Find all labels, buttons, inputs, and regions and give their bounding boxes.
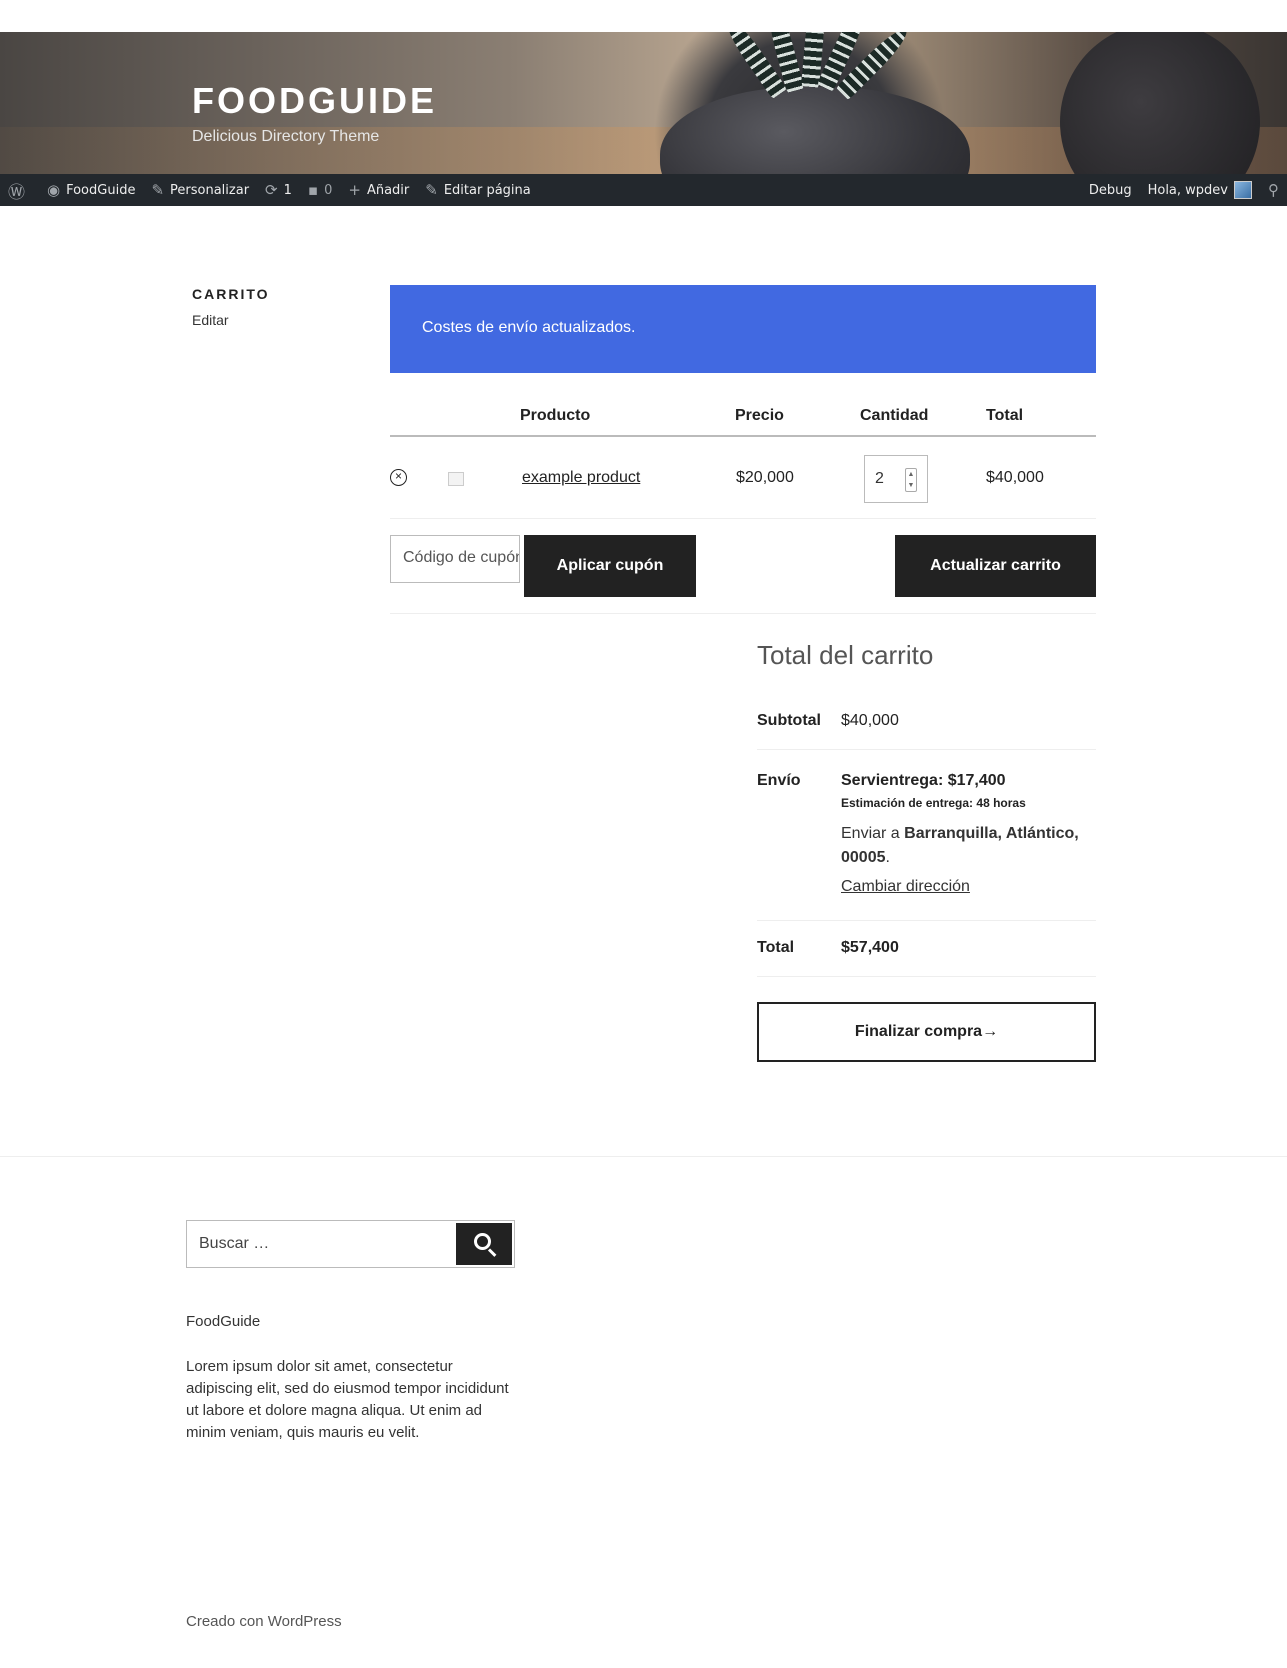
cart-table-header: Producto Precio Cantidad Total	[390, 395, 1096, 437]
updates-icon: ⟳	[265, 181, 278, 199]
remove-item-icon[interactable]: ×	[390, 469, 407, 486]
shipping-updated-notice: Costes de envío actualizados.	[390, 285, 1096, 373]
wordpress-logo-icon: Ⓦ	[8, 182, 25, 203]
notice-message: Costes de envío actualizados.	[422, 319, 636, 336]
quantity-stepper[interactable]: 2 ▲ ▼	[864, 455, 928, 503]
line-total: $40,000	[986, 469, 1044, 486]
checkout-button[interactable]: Finalizar compra→	[757, 1002, 1096, 1062]
site-description: Delicious Directory Theme	[192, 128, 380, 145]
arrow-right-icon: →	[982, 1023, 999, 1040]
column-header-product: Producto	[520, 407, 591, 424]
avatar	[1234, 181, 1252, 199]
page-title: CARRITO	[192, 286, 270, 302]
search-input[interactable]: Buscar …	[199, 1235, 269, 1253]
shipping-method: Servientrega: $17,400	[841, 772, 1006, 789]
updates-count: 1	[283, 182, 292, 198]
update-cart-button[interactable]: Actualizar carrito	[895, 535, 1096, 597]
delivery-estimate: Estimación de entrega: 48 horas	[841, 796, 1096, 810]
debug-label: Debug	[1088, 182, 1132, 198]
table-row: × example product $20,000 2 ▲ ▼ $40,000	[390, 437, 1096, 519]
search-icon-handle	[487, 1248, 497, 1257]
subtotal-label: Subtotal	[757, 712, 821, 729]
customize-label: Personalizar	[170, 182, 250, 198]
search-submit-button[interactable]	[456, 1223, 512, 1265]
quantity-value: 2	[875, 470, 884, 487]
checkout-label: Finalizar compra	[854, 1023, 983, 1040]
apply-coupon-button[interactable]: Aplicar cupón	[524, 535, 696, 597]
edit-page-menu[interactable]: ✎ Editar página	[417, 174, 538, 206]
edit-page-label: Editar página	[443, 182, 531, 198]
customize-menu[interactable]: ✎ Personalizar	[143, 174, 257, 206]
admin-bar: Ⓦ ◉ FoodGuide ✎ Personalizar ⟳ 1 ▪ 0 + A…	[0, 174, 1287, 206]
product-link[interactable]: example product	[522, 469, 640, 487]
shipping-label: Envío	[757, 772, 801, 789]
product-price: $20,000	[736, 469, 794, 486]
brush-icon: ✎	[151, 181, 165, 199]
footer-search-form: Buscar …	[186, 1220, 515, 1268]
spinner-arrows-icon[interactable]: ▲ ▼	[905, 468, 917, 492]
plus-icon: +	[348, 181, 361, 199]
dashboard-icon: ◉	[47, 181, 61, 199]
my-account-menu[interactable]: Hola, wpdev	[1140, 174, 1260, 206]
edit-link[interactable]: Editar	[192, 312, 229, 328]
footer-divider	[0, 1156, 1287, 1157]
coupon-code-input[interactable]: Código de cupón	[390, 535, 520, 583]
comments-menu[interactable]: ▪ 0	[300, 174, 340, 206]
comment-icon: ▪	[307, 181, 319, 199]
column-header-price: Precio	[735, 407, 784, 424]
column-header-quantity: Cantidad	[860, 407, 929, 424]
pencil-icon: ✎	[425, 181, 438, 199]
delivery-estimate-value: 48 horas	[976, 796, 1026, 810]
debug-menu[interactable]: Debug	[1081, 174, 1140, 206]
banner-dark-sphere	[1060, 32, 1260, 174]
wordpress-logo-menu[interactable]: Ⓦ	[0, 174, 39, 206]
site-name-label: FoodGuide	[66, 182, 136, 198]
search-icon	[474, 1233, 491, 1250]
ship-to-prefix: Enviar a	[841, 825, 900, 842]
product-thumbnail-icon[interactable]	[448, 472, 464, 486]
cart-table: Producto Precio Cantidad Total × example…	[390, 395, 1096, 519]
comments-count: 0	[324, 182, 333, 198]
add-new-label: Añadir	[366, 182, 410, 198]
footer-widget-text: Lorem ipsum dolor sit amet, consectetur …	[186, 1358, 509, 1441]
add-new-menu[interactable]: + Añadir	[340, 174, 417, 206]
site-name-menu[interactable]: ◉ FoodGuide	[39, 174, 143, 206]
divider	[390, 613, 1096, 614]
updates-menu[interactable]: ⟳ 1	[257, 174, 300, 206]
search-icon: ⚲	[1268, 181, 1279, 199]
site-title[interactable]: FOODGUIDE	[192, 80, 437, 122]
delivery-estimate-label: Estimación de entrega:	[841, 796, 974, 810]
total-label: Total	[757, 939, 795, 956]
shipping-destination: Enviar a Barranquilla, Atlántico, 00005.	[841, 822, 1096, 870]
shipping-row: Envío Servientrega: $17,400 Estimación d…	[757, 750, 1096, 921]
cart-totals-table: Subtotal $40,000 Envío Servientrega: $17…	[757, 692, 1096, 977]
total-value: $57,400	[841, 939, 899, 956]
order-total-row: Total $57,400	[757, 921, 1096, 977]
column-header-total: Total	[986, 407, 1024, 424]
admin-search[interactable]: ⚲	[1260, 174, 1287, 206]
footer-widget-title: FoodGuide	[186, 1313, 261, 1330]
footer-credit-link[interactable]: Creado con WordPress	[186, 1613, 342, 1630]
ship-to-suffix: .	[885, 849, 890, 866]
subtotal-value: $40,000	[841, 712, 899, 729]
cart-totals-title: Total del carrito	[757, 640, 934, 670]
subtotal-row: Subtotal $40,000	[757, 692, 1096, 750]
greeting-label: Hola, wpdev	[1147, 182, 1228, 198]
change-address-link[interactable]: Cambiar dirección	[841, 878, 1096, 896]
